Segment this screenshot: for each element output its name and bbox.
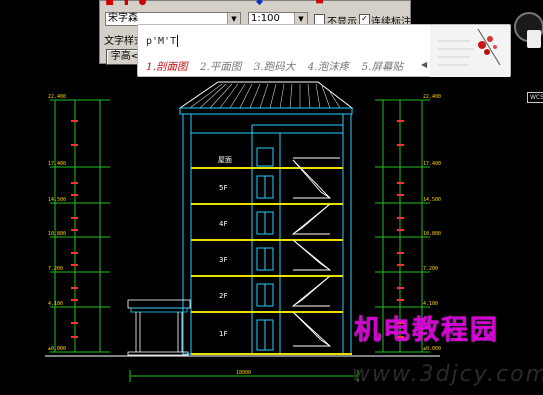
roof-label: 屋面 <box>218 156 232 164</box>
ime-candidate-window: p'M'T 1.剖面图 2.平面图 3.跑码大 4.泡沫疼 5.屏幕贴 ◀ ▶ <box>137 24 511 77</box>
scale-select-value: 1:100 <box>251 13 280 24</box>
ime-candidate-3[interactable]: 3.跑码大 <box>254 61 296 73</box>
left-dimension-lines <box>50 99 110 353</box>
right-elev-1: 17.400 <box>423 161 441 167</box>
floor-label-2f: 2F <box>219 292 227 300</box>
watermark-url: www.3djcy.com <box>352 362 543 387</box>
font-select-value: 宋字森 <box>108 13 138 24</box>
ime-candidate-list: 1.剖面图 2.平面图 3.跑码大 4.泡沫疼 5.屏幕贴 <box>146 59 412 74</box>
cad-drawing-area[interactable]: 22.400 17.400 14.500 10.800 7.200 4.100 … <box>0 0 543 395</box>
left-elev-5: 4.100 <box>48 301 63 307</box>
left-elev-6: ±0.000 <box>48 346 66 352</box>
left-elev-3: 10.800 <box>48 231 66 237</box>
left-elev-1: 17.400 <box>48 161 66 167</box>
entrance-canopy <box>127 299 191 356</box>
building-body: 屋面 5F 4F 3F 2F 1F <box>190 132 352 355</box>
wcs-indicator: WCS <box>527 92 543 103</box>
toolbar-icon-e[interactable]: ▬ <box>315 0 324 7</box>
left-elev-4: 7.200 <box>48 266 63 272</box>
toolbar-icon-b[interactable]: ▮ <box>122 0 131 7</box>
ime-candidate-1[interactable]: 1.剖面图 <box>146 61 188 73</box>
document-icon[interactable] <box>527 30 541 48</box>
ime-skin-decoration <box>430 25 510 77</box>
roof <box>178 81 354 355</box>
stairs <box>291 157 340 347</box>
toolbar-icon-d[interactable]: ◆ <box>255 0 264 7</box>
floor-label-3f: 3F <box>219 256 227 264</box>
left-elev-0: 22.400 <box>48 94 66 100</box>
floor-label-5f: 5F <box>219 184 227 192</box>
right-elev-5: 4.100 <box>423 301 438 307</box>
floor-label-1f: 1F <box>219 330 227 338</box>
ime-candidate-2[interactable]: 2.平面图 <box>200 61 242 73</box>
floor-label-4f: 4F <box>219 220 227 228</box>
right-elev-2: 14.500 <box>423 197 441 203</box>
ime-candidate-4[interactable]: 4.泡沫疼 <box>308 61 350 73</box>
left-elev-2: 14.500 <box>48 197 66 203</box>
right-elev-4: 7.200 <box>423 266 438 272</box>
right-elev-3: 10.800 <box>423 231 441 237</box>
ime-candidate-5[interactable]: 5.屏幕贴 <box>362 61 404 73</box>
toolbar-icon-a[interactable]: ■ <box>105 0 114 7</box>
bottom-dimension: 18000 <box>236 370 251 376</box>
prev-page-icon[interactable]: ◀ <box>421 60 427 69</box>
ime-input-text: p'M'T <box>146 36 177 47</box>
right-elev-0: 22.400 <box>423 94 441 100</box>
text-caret <box>177 35 178 47</box>
watermark-logo-text: 机电教程园 <box>354 315 499 346</box>
toolbar-icon-c[interactable]: ● <box>138 0 147 7</box>
